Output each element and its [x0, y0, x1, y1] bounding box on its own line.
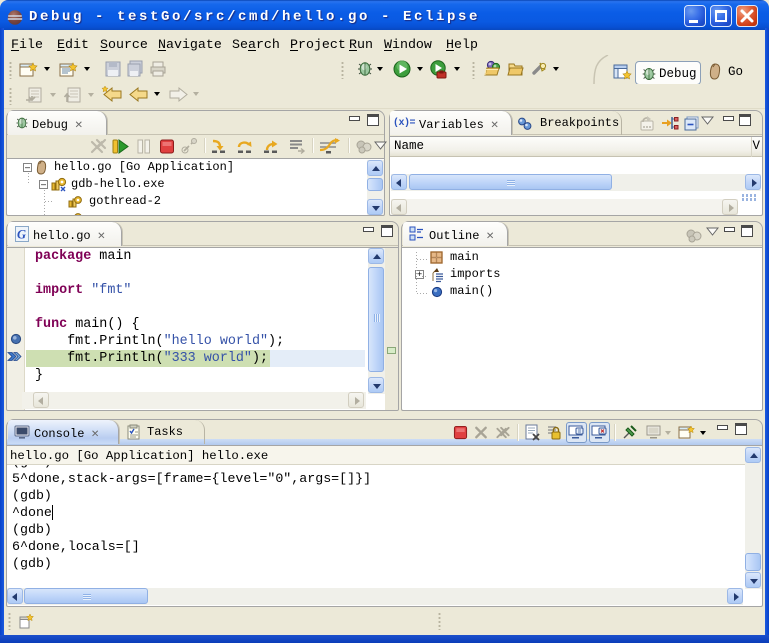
svg-text:G: G — [17, 228, 26, 242]
